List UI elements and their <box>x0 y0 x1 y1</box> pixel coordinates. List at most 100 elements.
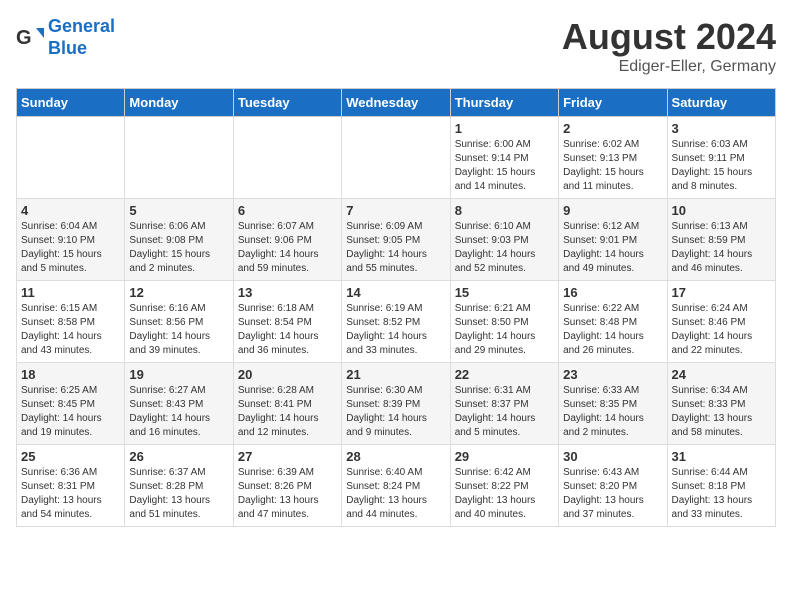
location-title: Ediger-Eller, Germany <box>562 58 776 76</box>
calendar-cell: 22 Sunrise: 6:31 AM Sunset: 8:37 PM Dayli… <box>450 363 558 445</box>
week-row: 18Sunrise: 6:25 AM Sunset: 8:45 PM Dayli… <box>17 363 776 445</box>
day-info: Sunrise: 6:36 AM Sunset: 8:31 PM Dayligh… <box>21 466 120 522</box>
logo-icon: G <box>16 24 44 52</box>
day-info: Sunrise: 6:39 AM Sunset: 8:26 PM Dayligh… <box>238 466 337 522</box>
calendar-cell: 7Sunrise: 6:09 AM Sunset: 9:05 PM Daylig… <box>342 199 450 281</box>
day-info: Sunrise: 6:07 AM Sunset: 9:06 PM Dayligh… <box>238 220 337 276</box>
day-info: Sunrise: 6:19 AM Sunset: 8:52 PM Dayligh… <box>346 302 445 358</box>
calendar-cell: 3 Sunrise: 6:03 AM Sunset: 9:11 PM Daylig… <box>667 117 775 199</box>
day-number: 7 <box>346 203 445 218</box>
day-number: 6 <box>238 203 337 218</box>
header-row: SundayMondayTuesdayWednesdayThursdayFrid… <box>17 89 776 117</box>
day-number: 26 <box>129 449 228 464</box>
day-info: Sunrise: 6:12 AM Sunset: 9:01 PM Dayligh… <box>563 220 662 276</box>
week-row: 25 Sunrise: 6:36 AM Sunset: 8:31 PM Dayli… <box>17 445 776 527</box>
day-number: 27 <box>238 449 337 464</box>
calendar-cell: 26 Sunrise: 6:37 AM Sunset: 8:28 PM Dayli… <box>125 445 233 527</box>
svg-text:G: G <box>16 27 32 49</box>
day-info: Sunrise: 6:06 AM Sunset: 9:08 PM Dayligh… <box>129 220 228 276</box>
day-info: Sunrise: 6:44 AM Sunset: 8:18 PM Dayligh… <box>672 466 771 522</box>
day-number: 1 <box>455 121 554 136</box>
day-info: Sunrise: 6:22 AM Sunset: 8:48 PM Dayligh… <box>563 302 662 358</box>
calendar-cell: 13 Sunrise: 6:18 AM Sunset: 8:54 PM Dayli… <box>233 281 341 363</box>
day-info: Sunrise: 6:00 AM Sunset: 9:14 PM Dayligh… <box>455 138 554 194</box>
calendar-cell: 15 Sunrise: 6:21 AM Sunset: 8:50 PM Dayli… <box>450 281 558 363</box>
logo-text-line2: Blue <box>48 38 115 60</box>
calendar-cell <box>17 117 125 199</box>
header-day: Sunday <box>17 89 125 117</box>
day-number: 22 <box>455 367 554 382</box>
day-info: Sunrise: 6:28 AM Sunset: 8:41 PM Dayligh… <box>238 384 337 440</box>
logo-text-line1: General <box>48 16 115 38</box>
week-row: 4Sunrise: 6:04 AM Sunset: 9:10 PM Daylig… <box>17 199 776 281</box>
header-day: Wednesday <box>342 89 450 117</box>
calendar-cell: 10Sunrise: 6:13 AM Sunset: 8:59 PM Dayli… <box>667 199 775 281</box>
day-number: 30 <box>563 449 662 464</box>
calendar-cell: 16 Sunrise: 6:22 AM Sunset: 8:48 PM Dayli… <box>559 281 667 363</box>
calendar-cell: 29 Sunrise: 6:42 AM Sunset: 8:22 PM Dayli… <box>450 445 558 527</box>
day-info: Sunrise: 6:40 AM Sunset: 8:24 PM Dayligh… <box>346 466 445 522</box>
day-number: 8 <box>455 203 554 218</box>
day-number: 21 <box>346 367 445 382</box>
day-info: Sunrise: 6:37 AM Sunset: 8:28 PM Dayligh… <box>129 466 228 522</box>
day-info: Sunrise: 6:34 AM Sunset: 8:33 PM Dayligh… <box>672 384 771 440</box>
day-number: 13 <box>238 285 337 300</box>
title-area: August 2024 Ediger-Eller, Germany <box>562 16 776 76</box>
calendar-cell: 23Sunrise: 6:33 AM Sunset: 8:35 PM Dayli… <box>559 363 667 445</box>
day-number: 11 <box>21 285 120 300</box>
day-number: 5 <box>129 203 228 218</box>
header-day: Saturday <box>667 89 775 117</box>
header-day: Friday <box>559 89 667 117</box>
day-info: Sunrise: 6:21 AM Sunset: 8:50 PM Dayligh… <box>455 302 554 358</box>
calendar-cell: 21 Sunrise: 6:30 AM Sunset: 8:39 PM Dayli… <box>342 363 450 445</box>
calendar-cell <box>233 117 341 199</box>
calendar-cell: 5 Sunrise: 6:06 AM Sunset: 9:08 PM Daylig… <box>125 199 233 281</box>
header: G General Blue August 2024 Ediger-Eller,… <box>16 16 776 76</box>
calendar-cell <box>125 117 233 199</box>
calendar-cell: 30Sunrise: 6:43 AM Sunset: 8:20 PM Dayli… <box>559 445 667 527</box>
header-day: Monday <box>125 89 233 117</box>
header-day: Tuesday <box>233 89 341 117</box>
calendar-cell: 20Sunrise: 6:28 AM Sunset: 8:41 PM Dayli… <box>233 363 341 445</box>
calendar-cell: 11 Sunrise: 6:15 AM Sunset: 8:58 PM Dayli… <box>17 281 125 363</box>
day-number: 17 <box>672 285 771 300</box>
calendar-cell: 2Sunrise: 6:02 AM Sunset: 9:13 PM Daylig… <box>559 117 667 199</box>
calendar-cell: 8 Sunrise: 6:10 AM Sunset: 9:03 PM Daylig… <box>450 199 558 281</box>
day-info: Sunrise: 6:31 AM Sunset: 8:37 PM Dayligh… <box>455 384 554 440</box>
day-info: Sunrise: 6:02 AM Sunset: 9:13 PM Dayligh… <box>563 138 662 194</box>
calendar-cell: 1 Sunrise: 6:00 AM Sunset: 9:14 PM Daylig… <box>450 117 558 199</box>
day-number: 16 <box>563 285 662 300</box>
day-number: 14 <box>346 285 445 300</box>
calendar-cell: 19Sunrise: 6:27 AM Sunset: 8:43 PM Dayli… <box>125 363 233 445</box>
day-info: Sunrise: 6:10 AM Sunset: 9:03 PM Dayligh… <box>455 220 554 276</box>
week-row: 1 Sunrise: 6:00 AM Sunset: 9:14 PM Daylig… <box>17 117 776 199</box>
day-info: Sunrise: 6:15 AM Sunset: 8:58 PM Dayligh… <box>21 302 120 358</box>
calendar-cell: 12 Sunrise: 6:16 AM Sunset: 8:56 PM Dayli… <box>125 281 233 363</box>
day-info: Sunrise: 6:42 AM Sunset: 8:22 PM Dayligh… <box>455 466 554 522</box>
day-info: Sunrise: 6:27 AM Sunset: 8:43 PM Dayligh… <box>129 384 228 440</box>
calendar-cell: 9Sunrise: 6:12 AM Sunset: 9:01 PM Daylig… <box>559 199 667 281</box>
day-number: 25 <box>21 449 120 464</box>
calendar-cell: 4Sunrise: 6:04 AM Sunset: 9:10 PM Daylig… <box>17 199 125 281</box>
calendar-cell: 28 Sunrise: 6:40 AM Sunset: 8:24 PM Dayli… <box>342 445 450 527</box>
calendar-cell: 25 Sunrise: 6:36 AM Sunset: 8:31 PM Dayli… <box>17 445 125 527</box>
day-number: 23 <box>563 367 662 382</box>
calendar-cell: 18Sunrise: 6:25 AM Sunset: 8:45 PM Dayli… <box>17 363 125 445</box>
week-row: 11 Sunrise: 6:15 AM Sunset: 8:58 PM Dayli… <box>17 281 776 363</box>
day-info: Sunrise: 6:16 AM Sunset: 8:56 PM Dayligh… <box>129 302 228 358</box>
day-number: 18 <box>21 367 120 382</box>
day-info: Sunrise: 6:30 AM Sunset: 8:39 PM Dayligh… <box>346 384 445 440</box>
day-info: Sunrise: 6:03 AM Sunset: 9:11 PM Dayligh… <box>672 138 771 194</box>
day-info: Sunrise: 6:18 AM Sunset: 8:54 PM Dayligh… <box>238 302 337 358</box>
day-number: 28 <box>346 449 445 464</box>
day-number: 31 <box>672 449 771 464</box>
calendar-cell: 17Sunrise: 6:24 AM Sunset: 8:46 PM Dayli… <box>667 281 775 363</box>
day-number: 3 <box>672 121 771 136</box>
calendar-cell: 6 Sunrise: 6:07 AM Sunset: 9:06 PM Daylig… <box>233 199 341 281</box>
calendar-cell: 27 Sunrise: 6:39 AM Sunset: 8:26 PM Dayli… <box>233 445 341 527</box>
day-number: 15 <box>455 285 554 300</box>
day-info: Sunrise: 6:13 AM Sunset: 8:59 PM Dayligh… <box>672 220 771 276</box>
day-number: 12 <box>129 285 228 300</box>
day-number: 24 <box>672 367 771 382</box>
day-number: 29 <box>455 449 554 464</box>
